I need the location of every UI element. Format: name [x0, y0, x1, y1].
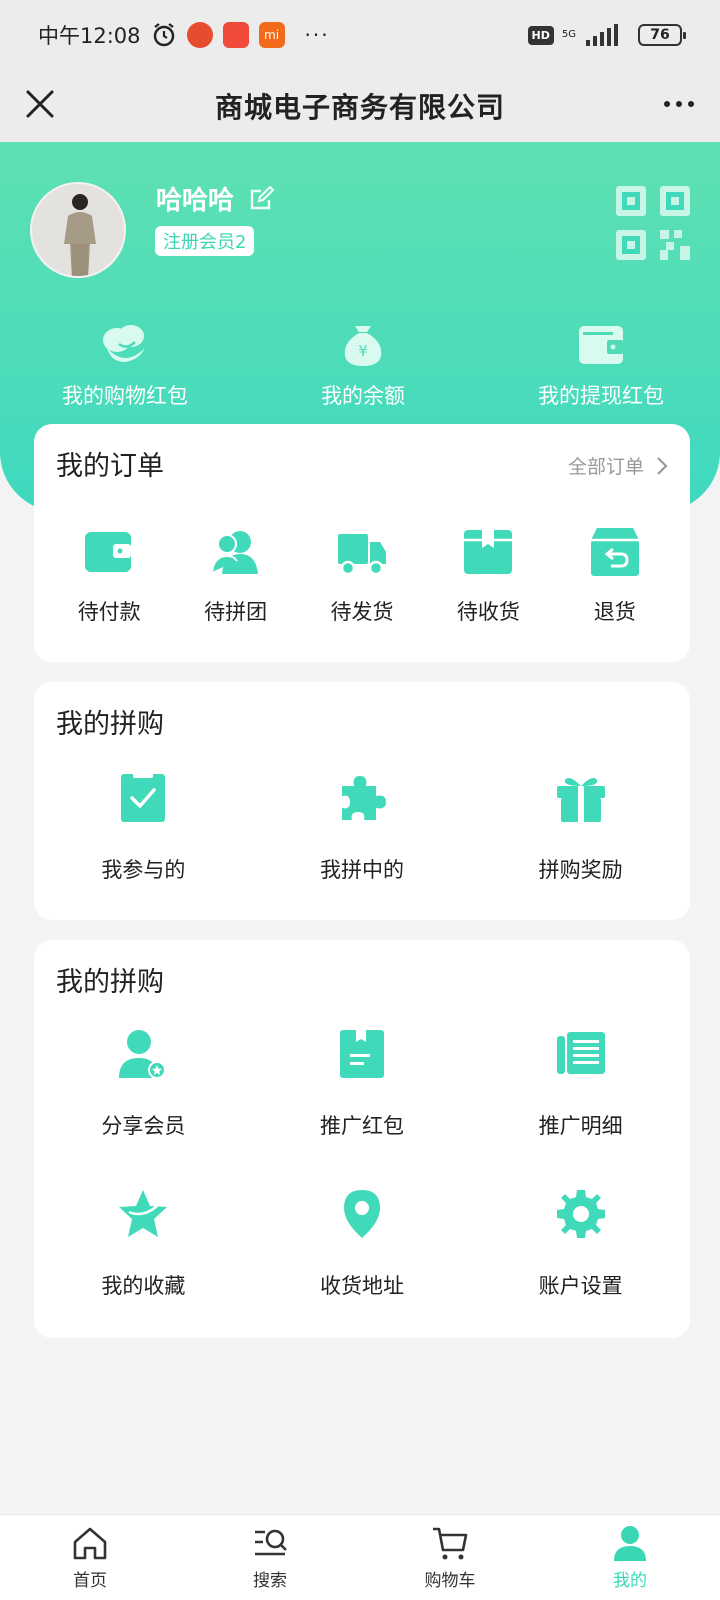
- order-pending-payment[interactable]: 待付款: [49, 524, 169, 626]
- user-star-icon: [119, 1030, 167, 1079]
- section-title: 我的拼购: [56, 709, 164, 740]
- section-title: 我的订单: [56, 451, 164, 482]
- more-notifications-icon: ···: [304, 23, 330, 47]
- all-orders-link[interactable]: 全部订单: [568, 452, 668, 479]
- username: 哈哈哈: [156, 186, 235, 216]
- order-pending-receipt[interactable]: 待收货: [428, 524, 548, 626]
- group-reward[interactable]: 拼购奖励: [471, 770, 690, 884]
- order-pending-group[interactable]: 待拼团: [176, 524, 296, 626]
- shipping-address[interactable]: 收货地址: [253, 1186, 472, 1300]
- document-icon: [340, 1030, 384, 1078]
- alarm-icon: [153, 23, 174, 47]
- return-box-icon: [590, 528, 639, 576]
- box-icon: [464, 530, 513, 574]
- group-won[interactable]: 我拼中的: [253, 770, 472, 884]
- gift-icon: [556, 778, 605, 822]
- truck-icon: [337, 534, 386, 576]
- my-shopping-redpacket[interactable]: 我的购物红包: [0, 322, 244, 410]
- wallet-label: 我的购物红包: [62, 384, 188, 408]
- promotion-card: 我的拼购 分享会员 推广红包 推广明细 我的收藏 收货地址 账户设置: [34, 940, 690, 1338]
- nav-bar: 商城电子商务有限公司: [0, 70, 720, 142]
- puzzle-icon: [342, 776, 386, 820]
- location-pin-icon: [344, 1190, 380, 1238]
- cart-icon: [433, 1527, 468, 1560]
- group-joined[interactable]: 我参与的: [34, 770, 253, 884]
- wallet-icon: [579, 326, 623, 364]
- users-icon: [210, 531, 258, 574]
- tab-cart[interactable]: 购物车: [360, 1515, 540, 1600]
- tab-home[interactable]: 首页: [0, 1515, 180, 1600]
- tab-profile[interactable]: 我的: [540, 1515, 720, 1600]
- promo-redpacket[interactable]: 推广红包: [253, 1026, 472, 1140]
- wallet-icon: [85, 532, 132, 572]
- member-level-badge: 注册会员2: [155, 226, 255, 256]
- signal-icon: [586, 24, 618, 46]
- home-icon: [73, 1527, 107, 1560]
- avatar[interactable]: [30, 182, 126, 278]
- tab-search[interactable]: 搜索: [180, 1515, 360, 1600]
- app-notification-icon: [222, 22, 249, 48]
- red-envelope-icon: [103, 325, 145, 362]
- clipboard-check-icon: [121, 772, 166, 822]
- my-withdraw-redpacket[interactable]: 我的提现红包: [482, 322, 720, 410]
- account-settings[interactable]: 账户设置: [471, 1186, 690, 1300]
- battery-icon: 76: [638, 24, 686, 46]
- wallet-label: 我的余额: [321, 384, 405, 408]
- app-notification-icon: [186, 22, 213, 48]
- network-type: 5G: [561, 29, 576, 40]
- status-bar: 中午12:08 mi ··· HD 5G 76: [0, 0, 720, 70]
- wallet-row: 我的购物红包 ¥ 我的余额 我的提现红包: [0, 322, 720, 410]
- order-pending-shipment[interactable]: 待发货: [302, 524, 422, 626]
- promo-detail[interactable]: 推广明细: [471, 1026, 690, 1140]
- username-row: 哈哈哈: [156, 180, 275, 217]
- bottom-tab-bar: 首页 搜索 购物车 我的: [0, 1514, 720, 1600]
- group-buy-card: 我的拼购 我参与的 我拼中的 拼购奖励: [34, 682, 690, 920]
- qr-code-icon[interactable]: [616, 186, 690, 260]
- more-menu-icon[interactable]: [654, 92, 694, 116]
- profile-icon: [614, 1526, 646, 1561]
- close-icon[interactable]: [22, 86, 58, 122]
- order-return[interactable]: 退货: [555, 524, 675, 626]
- wallet-label: 我的提现红包: [538, 384, 664, 408]
- section-title: 我的拼购: [56, 967, 164, 998]
- orders-card: 我的订单 全部订单 待付款 待拼团 待发货 待收货 退货: [34, 424, 690, 662]
- mi-icon: mi: [258, 22, 285, 48]
- page-title: 商城电子商务有限公司: [214, 91, 505, 124]
- star-icon: [119, 1190, 168, 1237]
- list-detail-icon: [556, 1032, 605, 1074]
- my-favorites[interactable]: 我的收藏: [34, 1186, 253, 1300]
- chevron-right-icon: [657, 456, 668, 475]
- my-balance[interactable]: ¥ 我的余额: [244, 322, 482, 410]
- status-time: 中午12:08: [38, 24, 141, 48]
- share-member[interactable]: 分享会员: [34, 1026, 253, 1140]
- hd-badge: HD: [527, 25, 554, 45]
- gear-icon: [556, 1190, 605, 1238]
- svg-text:¥: ¥: [358, 342, 368, 360]
- edit-icon[interactable]: [248, 185, 275, 212]
- money-bag-icon: ¥: [344, 326, 382, 366]
- search-icon: [255, 1529, 287, 1556]
